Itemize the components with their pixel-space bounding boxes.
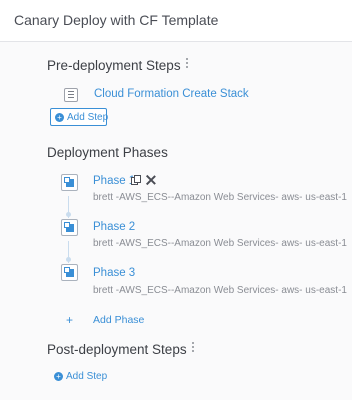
- plus-icon: +: [66, 313, 74, 327]
- phase-3-description: brett -AWS_ECS--Amazon Web Services- aws…: [93, 285, 347, 296]
- connector-dot: [66, 257, 71, 262]
- plus-circle-icon: +: [54, 372, 63, 381]
- workflow-header: Canary Deploy with CF Template: [0, 0, 352, 42]
- kebab-menu-icon[interactable]: [190, 342, 196, 354]
- add-post-deployment-step-button[interactable]: + Add Step: [50, 368, 107, 386]
- add-step-label: Add Step: [66, 371, 108, 382]
- add-phase-label: Add Phase: [93, 314, 145, 326]
- copy-icon[interactable]: [131, 175, 141, 186]
- phase-icon: [61, 219, 78, 236]
- phase-2-link[interactable]: Phase 2: [93, 221, 135, 233]
- kebab-menu-icon[interactable]: [184, 58, 190, 70]
- phase-1-description: brett -AWS_ECS--Amazon Web Services- aws…: [93, 192, 347, 203]
- workflow-title: Canary Deploy with CF Template: [14, 12, 219, 28]
- connector-dot: [66, 212, 71, 217]
- close-icon[interactable]: [146, 175, 156, 185]
- step-link[interactable]: Cloud Formation Create Stack: [94, 88, 249, 100]
- phase-icon: [61, 264, 78, 281]
- add-pre-deployment-step-button[interactable]: + Add Step: [50, 108, 109, 126]
- pre-deployment-title: Pre-deployment Steps: [47, 58, 181, 73]
- pre-deployment-heading: Pre-deployment Steps: [47, 58, 190, 73]
- step-list-icon: [64, 88, 78, 102]
- plus-circle-icon: +: [55, 113, 64, 122]
- post-deployment-heading: Post-deployment Steps: [47, 342, 196, 357]
- deployment-phases-heading: Deployment Phases: [47, 145, 168, 160]
- deployment-phases-title: Deployment Phases: [47, 145, 168, 160]
- phase-3-link[interactable]: Phase 3: [93, 267, 135, 279]
- phase-2-description: brett -AWS_ECS--Amazon Web Services- aws…: [93, 238, 347, 249]
- phase-icon: [61, 174, 78, 191]
- post-deployment-title: Post-deployment Steps: [47, 342, 187, 357]
- phase-1-link[interactable]: Phase 1: [93, 175, 135, 187]
- add-step-label: Add Step: [67, 112, 109, 123]
